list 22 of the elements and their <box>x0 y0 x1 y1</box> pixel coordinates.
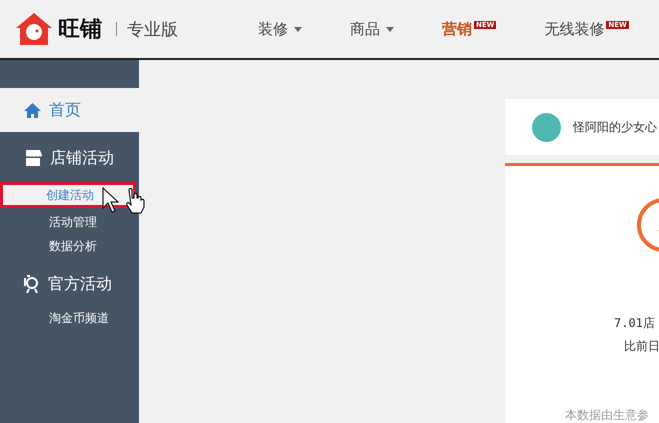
brand-name: 旺铺 <box>58 16 102 44</box>
sidebar-item[interactable]: 店铺活动 <box>0 136 139 180</box>
nav-tab[interactable]: 商品 <box>350 20 394 38</box>
sidebar-item[interactable]: 首页 <box>0 88 139 132</box>
edition-label: 专业版 <box>127 18 178 40</box>
sidebar-subitem[interactable]: 数据分析 <box>0 236 139 256</box>
shop-icon <box>24 150 42 166</box>
shop-name: 怪阿阳的少女心 <box>573 118 657 136</box>
sidebar-item-label: 首页 <box>49 100 81 120</box>
sidebar-subitem[interactable]: 淘金币频道 <box>0 308 139 328</box>
sidebar-subitem[interactable]: 活动管理 <box>0 212 139 232</box>
sidebar-item-label: 官方活动 <box>48 274 112 294</box>
compare-line: 比前日 <box>624 338 659 355</box>
sidebar-item[interactable]: 官方活动 <box>0 262 139 306</box>
logo-icon <box>16 13 52 45</box>
home-icon <box>24 102 41 118</box>
sidebar-item-label: 店铺活动 <box>50 148 114 168</box>
nav-tab[interactable]: 装修 <box>258 20 302 38</box>
cursor-icon <box>102 187 146 215</box>
data-source-note: 本数据由生意参 <box>565 407 649 423</box>
avatar-icon <box>532 112 561 142</box>
stat-line: 7.01店 <box>614 315 655 332</box>
